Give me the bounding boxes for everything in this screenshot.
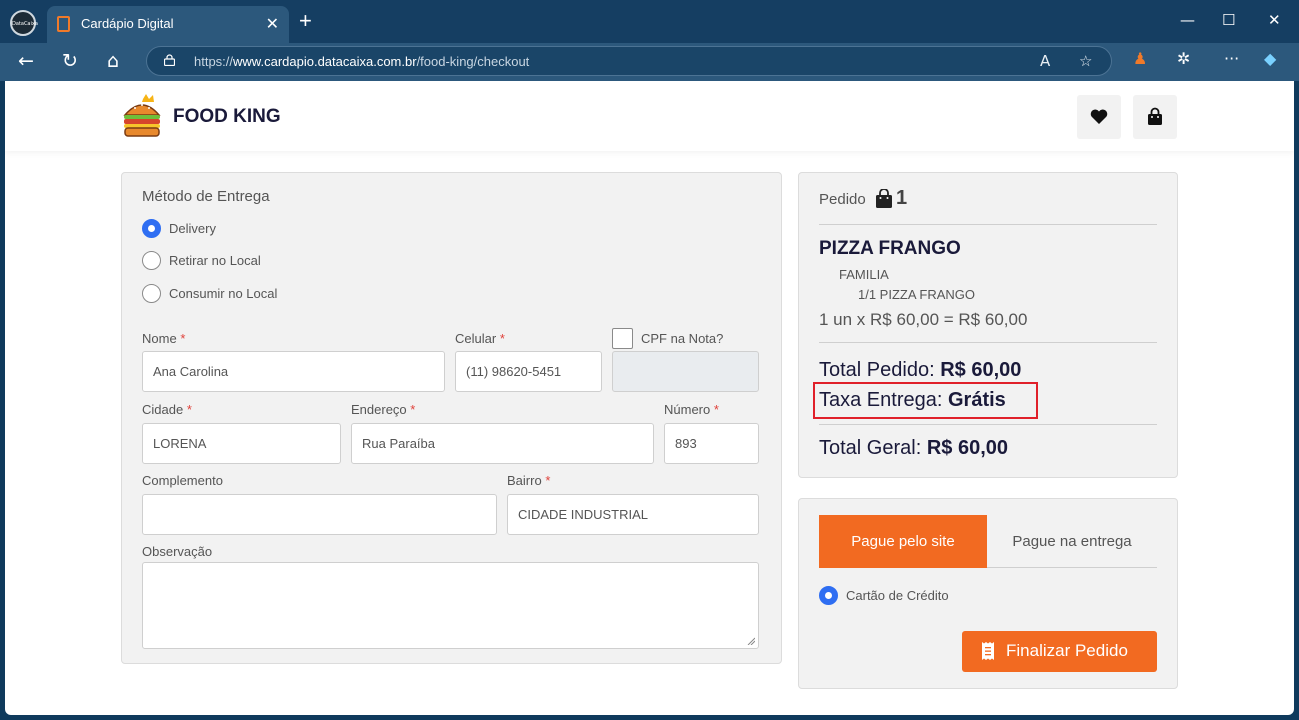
favorite-star-icon[interactable]: ☆ (1079, 52, 1092, 70)
delivery-method-title: Método de Entrega (142, 188, 270, 205)
checkout-form-panel: Método de Entrega Delivery Retirar no Lo… (121, 172, 782, 664)
tablet-icon (57, 16, 70, 32)
radio-delivery[interactable] (142, 219, 161, 238)
cart-button[interactable] (1133, 95, 1177, 139)
tab-title: Cardápio Digital (81, 16, 174, 31)
new-tab-button[interactable]: + (299, 10, 312, 32)
home-icon[interactable]: ⌂ (107, 50, 119, 72)
item-name: PIZZA FRANGO (819, 238, 961, 259)
cidade-label: Cidade * (142, 402, 192, 417)
brand-name[interactable]: FOOD KING (173, 106, 281, 128)
payment-panel: Pague pelo site Pague na entrega Cartão … (798, 498, 1178, 689)
shopping-bag-icon (1148, 107, 1162, 125)
minimize-button[interactable]: — (1180, 11, 1195, 29)
numero-label: Número * (664, 402, 719, 417)
divider (819, 424, 1157, 425)
tab-pay-online[interactable]: Pague pelo site (819, 515, 987, 568)
tab-bar: DataCaixa Cardápio Digital ✕ + — ☐ ✕ (0, 0, 1299, 43)
profile-label: DataCaixa (12, 21, 38, 27)
read-aloud-icon[interactable]: A (1040, 52, 1050, 70)
celular-label: Celular * (455, 331, 505, 346)
address-bar[interactable]: https://www.cardapio.datacaixa.com.br/fo… (146, 46, 1112, 76)
more-menu-icon[interactable]: ··· (1224, 49, 1239, 68)
observacao-label: Observação (142, 544, 213, 559)
radio-label: Consumir no Local (169, 286, 278, 301)
celular-input[interactable]: (11) 98620-5451 (455, 351, 602, 392)
nome-label: Nome * (142, 331, 186, 346)
radio-pickup[interactable] (142, 251, 161, 270)
address-row: ← ↻ ⌂ https://www.cardapio.datacaixa.com… (0, 43, 1299, 81)
taxa-highlight-box (813, 382, 1038, 419)
extensions-puzzle-icon[interactable]: ✲ (1177, 49, 1190, 68)
order-count: 1 (896, 187, 908, 209)
radio-label: Retirar no Local (169, 253, 261, 268)
complemento-label: Complemento (142, 473, 223, 488)
item-detail: 1/1 PIZZA FRANGO (858, 287, 976, 302)
order-heading: Pedido (819, 191, 866, 208)
heart-icon (1090, 109, 1108, 124)
browser-tab[interactable]: Cardápio Digital ✕ (47, 6, 289, 43)
resize-handle-icon[interactable] (747, 637, 755, 645)
bairro-label: Bairro * (507, 473, 551, 488)
order-summary-panel: Pedido 1 PIZZA FRANGO FAMILIA 1/1 PIZZA … (798, 172, 1178, 478)
page: FOOD KING Método de Entrega Delivery Ret… (5, 81, 1294, 715)
url-text: https://www.cardapio.datacaixa.com.br/fo… (194, 54, 530, 69)
cpf-label: CPF na Nota? (641, 331, 724, 346)
lock-icon (164, 54, 175, 66)
copilot-icon[interactable]: ◆ (1264, 49, 1276, 68)
item-price-line: 1 un x R$ 60,00 = R$ 60,00 (819, 310, 1028, 329)
favorites-button[interactable] (1077, 95, 1121, 139)
cpf-input (612, 351, 759, 392)
maximize-button[interactable]: ☐ (1222, 11, 1235, 29)
receipt-icon (982, 642, 994, 660)
divider (819, 342, 1157, 343)
numero-input[interactable]: 893 (664, 423, 759, 464)
browser-chrome: DataCaixa Cardápio Digital ✕ + — ☐ ✕ ← ↻… (0, 0, 1299, 81)
profile-avatar[interactable]: DataCaixa (10, 10, 38, 36)
close-tab-icon[interactable]: ✕ (266, 14, 279, 34)
site-header: FOOD KING (5, 81, 1294, 151)
total-geral: Total Geral: R$ 60,00 (819, 437, 1008, 459)
radio-label: Delivery (169, 221, 216, 236)
complemento-input[interactable] (142, 494, 497, 535)
cidade-input[interactable]: LORENA (142, 423, 341, 464)
endereco-label: Endereço * (351, 402, 416, 417)
divider (819, 224, 1157, 225)
back-arrow-icon[interactable]: ← (18, 50, 34, 72)
endereco-input[interactable]: Rua Paraíba (351, 423, 654, 464)
item-variant: FAMILIA (839, 267, 889, 282)
observacao-textarea[interactable] (142, 562, 759, 649)
tab-pay-on-delivery[interactable]: Pague na entrega (987, 515, 1157, 568)
shopping-bag-icon (876, 189, 892, 208)
cpf-checkbox[interactable] (612, 328, 633, 349)
finalize-label: Finalizar Pedido (1006, 641, 1128, 660)
nome-input[interactable]: Ana Carolina (142, 351, 445, 392)
radio-dine-in[interactable] (142, 284, 161, 303)
extension-icon[interactable]: ♟ (1133, 49, 1147, 68)
radio-credit-card[interactable] (819, 586, 838, 605)
bairro-input[interactable]: CIDADE INDUSTRIAL (507, 494, 759, 535)
window-close-button[interactable]: ✕ (1268, 11, 1281, 29)
refresh-icon[interactable]: ↻ (62, 50, 78, 72)
radio-label: Cartão de Crédito (846, 588, 949, 603)
total-pedido: Total Pedido: R$ 60,00 (819, 359, 1022, 381)
burger-logo-icon (123, 94, 161, 137)
finalize-order-button[interactable]: Finalizar Pedido (962, 631, 1157, 672)
